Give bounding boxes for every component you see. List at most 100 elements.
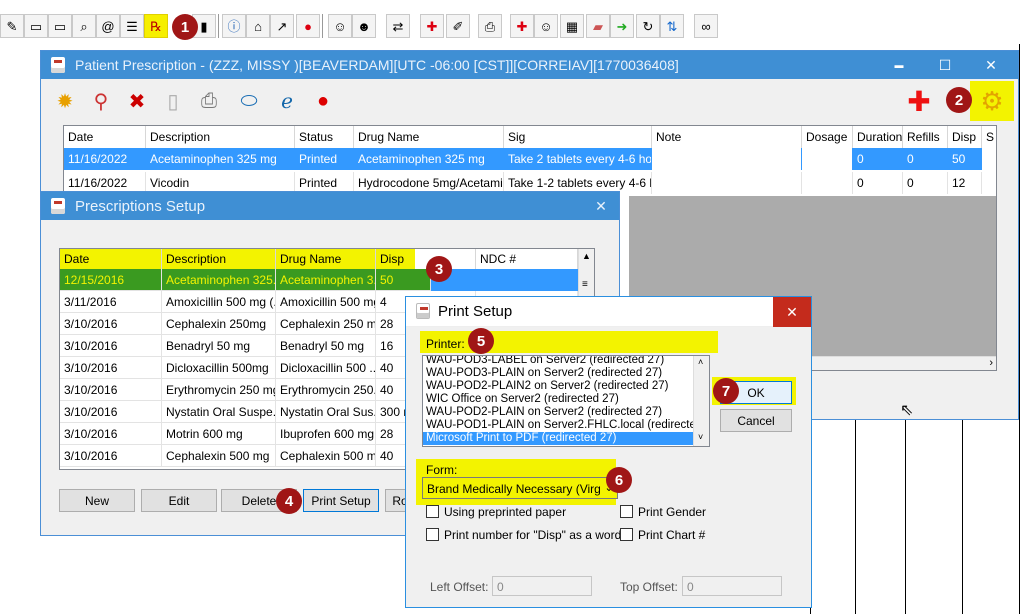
users-icon[interactable]: ☻ bbox=[352, 14, 376, 38]
left-offset-field[interactable]: 0 bbox=[492, 576, 592, 596]
new-button[interactable]: New bbox=[59, 489, 135, 512]
col-header-ndc[interactable]: NDC # bbox=[476, 249, 578, 269]
printer-option[interactable]: WAU-POD2-PLAIN2 on Server2 (redirected 2… bbox=[423, 380, 693, 393]
print-setup-dialog: Print Setup ✕ Printer: WAU-POD3-LABEL on… bbox=[405, 296, 812, 608]
top-offset-label: Top Offset: bbox=[620, 580, 678, 594]
chart-icon[interactable]: ↗ bbox=[270, 14, 294, 38]
preprinted-paper-checkbox[interactable] bbox=[426, 505, 439, 518]
close-button[interactable]: ✕ bbox=[581, 192, 621, 220]
printer-option[interactable]: WAU-POD1-PLAIN on Server2.FHLC.local (re… bbox=[423, 419, 693, 432]
printer-option[interactable]: WAU-POD3-PLAIN on Server2 (redirected 27… bbox=[423, 367, 693, 380]
print-chart-checkbox[interactable] bbox=[620, 528, 633, 541]
col-header-description[interactable]: Description bbox=[162, 249, 276, 269]
print-gender-checkbox[interactable] bbox=[620, 505, 633, 518]
list-icon[interactable]: ☰ bbox=[120, 14, 144, 38]
printer-option[interactable]: WAU-POD2-PLAIN on Server2 (redirected 27… bbox=[423, 406, 693, 419]
user-transfer-icon[interactable]: ⇄ bbox=[386, 14, 410, 38]
printer-icon[interactable]: ⎙ bbox=[478, 14, 502, 38]
transfer-icon[interactable]: ⇅ bbox=[660, 14, 684, 38]
scroll-right-icon[interactable]: › bbox=[989, 357, 993, 369]
disp-as-word-checkbox[interactable] bbox=[426, 528, 439, 541]
selection-highlight bbox=[431, 269, 578, 291]
col-header-status[interactable]: Status bbox=[295, 126, 354, 148]
form-label: Form: bbox=[426, 463, 458, 477]
red-cross-icon[interactable]: ✚ bbox=[903, 85, 935, 117]
background-line bbox=[855, 420, 856, 614]
calendar-icon[interactable]: ▦ bbox=[560, 14, 584, 38]
edit-button[interactable]: Edit bbox=[141, 489, 217, 512]
top-offset-value: 0 bbox=[687, 580, 694, 594]
patient-icon[interactable]: ☺ bbox=[534, 14, 558, 38]
refresh-user-icon[interactable]: ↻ bbox=[636, 14, 660, 38]
toolbar-separator bbox=[322, 14, 323, 38]
col-header-date[interactable]: Date bbox=[60, 249, 162, 269]
cell-date: 3/10/2016 bbox=[60, 445, 162, 467]
cell-date: 12/15/2016 bbox=[60, 269, 162, 291]
apple-icon[interactable]: ● bbox=[296, 14, 320, 38]
eraser-icon[interactable]: ▰ bbox=[586, 14, 610, 38]
prescription-icon[interactable]: ℞ bbox=[144, 14, 168, 38]
form-select[interactable]: Brand Medically Necessary (Virginia) ⌄ bbox=[422, 477, 618, 499]
printer-label: Printer: bbox=[426, 337, 465, 351]
printer-option[interactable]: WIC Office on Server2 (redirected 27) bbox=[423, 393, 693, 406]
printer-listbox[interactable]: WAU-POD3-LABEL on Server2 (redirected 27… bbox=[422, 355, 710, 447]
bottle-icon[interactable]: ▯ bbox=[157, 85, 189, 117]
scroll-up-icon[interactable]: ▲ bbox=[582, 251, 591, 261]
medical-cross-icon[interactable]: ✚ bbox=[420, 14, 444, 38]
col-header-dosage[interactable]: Dosage bbox=[802, 126, 853, 148]
medical-doc-icon[interactable]: ✚ bbox=[510, 14, 534, 38]
scroll-thumb-icon[interactable]: ≡ bbox=[582, 279, 588, 290]
vertical-scrollbar[interactable]: ˄ ˅ bbox=[693, 356, 709, 446]
search-prescription-icon[interactable]: ⚲ bbox=[85, 85, 117, 117]
col-header-duration[interactable]: Duration bbox=[853, 126, 903, 148]
col-header-note[interactable]: Note bbox=[652, 126, 802, 148]
preprinted-paper-label: Using preprinted paper bbox=[444, 505, 567, 519]
apple-grade-icon[interactable]: ● bbox=[307, 85, 339, 117]
search-doc-icon[interactable]: ⌕ bbox=[72, 14, 96, 38]
pen-icon[interactable]: ✎ bbox=[0, 14, 24, 38]
arrow-right-icon[interactable]: ➜ bbox=[610, 14, 634, 38]
e-prescribe-icon[interactable]: ℯ bbox=[271, 85, 303, 117]
printer-option[interactable]: Microsoft Print to PDF (redirected 27) bbox=[423, 432, 693, 445]
cell-date: 3/11/2016 bbox=[60, 291, 162, 313]
cancel-button[interactable]: Cancel bbox=[720, 409, 792, 432]
col-header-refills[interactable]: Refills bbox=[903, 126, 948, 148]
new-prescription-icon[interactable]: ✹ bbox=[49, 85, 81, 117]
scroll-down-icon[interactable]: ˅ bbox=[698, 432, 703, 442]
capsules-icon[interactable]: ⬭ bbox=[233, 85, 265, 117]
col-header-drug-name[interactable]: Drug Name bbox=[276, 249, 376, 269]
col-header-disp[interactable]: Disp bbox=[948, 126, 982, 148]
cell-dosage bbox=[802, 172, 853, 194]
cell-disp: 12 bbox=[948, 172, 982, 194]
edit-icon[interactable]: ✐ bbox=[446, 14, 470, 38]
window-icon[interactable]: ▭ bbox=[24, 14, 48, 38]
user-icon[interactable]: ☺ bbox=[328, 14, 352, 38]
table-row[interactable]: 12/15/2016 Acetaminophen 325... Acetaminop… bbox=[60, 269, 594, 291]
col-header-sig[interactable]: Sig bbox=[504, 126, 652, 148]
background-line bbox=[1019, 44, 1020, 614]
print-setup-button[interactable]: Print Setup bbox=[303, 489, 379, 512]
window-title: Patient Prescription - (ZZZ, MISSY )[BEA… bbox=[75, 57, 679, 73]
email-icon[interactable]: @ bbox=[96, 14, 120, 38]
scanner-icon[interactable]: ⌂ bbox=[246, 14, 270, 38]
info-icon[interactable]: ⓘ bbox=[222, 14, 246, 38]
settings-gear-icon[interactable]: ⚙ bbox=[976, 85, 1008, 117]
table-row[interactable]: 11/16/2022 Acetaminophen 325 mg Printed … bbox=[64, 148, 996, 170]
col-header-description[interactable]: Description bbox=[146, 126, 295, 148]
col-header-drug-name[interactable]: Drug Name bbox=[354, 126, 504, 148]
scroll-up-icon[interactable]: ˄ bbox=[698, 357, 703, 367]
col-header-date[interactable]: Date bbox=[64, 126, 146, 148]
close-button[interactable]: ✕ bbox=[968, 51, 1014, 79]
maximize-button[interactable]: ☐ bbox=[922, 51, 968, 79]
delete-prescription-icon[interactable]: ✖ bbox=[121, 85, 153, 117]
toolbar-separator bbox=[218, 14, 219, 38]
close-button[interactable]: ✕ bbox=[773, 297, 811, 327]
col-header-s[interactable]: S bbox=[982, 126, 996, 148]
print-dropdown-icon[interactable]: ⎙ bbox=[193, 85, 225, 117]
glasses-icon[interactable]: ∞ bbox=[694, 14, 718, 38]
printer-option[interactable]: WAU-POD3-LABEL on Server2 (redirected 27… bbox=[423, 356, 693, 367]
top-offset-field[interactable]: 0 bbox=[682, 576, 782, 596]
window-icon[interactable]: ▭ bbox=[48, 14, 72, 38]
cell-description: Benadryl 50 mg bbox=[162, 335, 276, 357]
minimize-button[interactable]: ▬ bbox=[876, 51, 922, 79]
